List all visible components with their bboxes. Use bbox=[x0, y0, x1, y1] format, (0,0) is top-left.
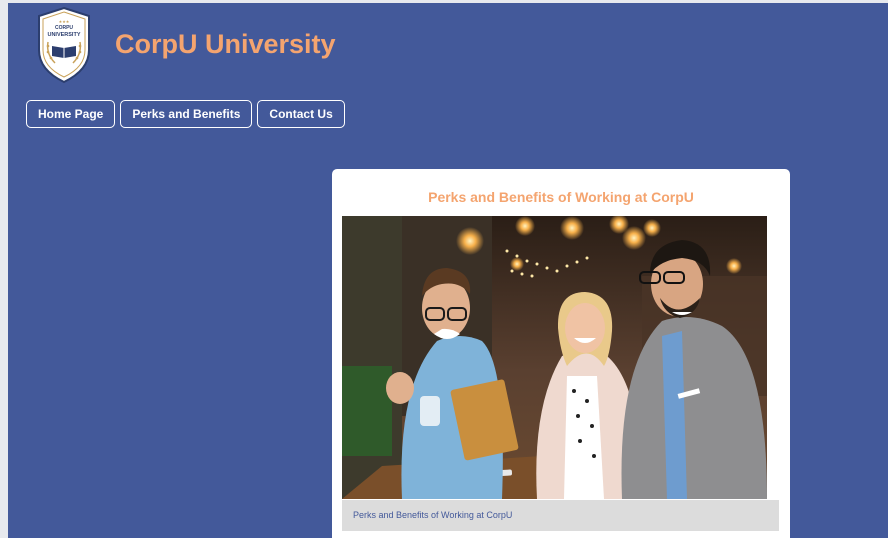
content-card: Perks and Benefits of Working at CorpU P… bbox=[332, 169, 790, 538]
page-frame: ★★★ CORPU UNIVERSITY CorpU University Ho… bbox=[8, 3, 888, 538]
coworkers-photo bbox=[342, 216, 767, 499]
main-nav: Home Page Perks and Benefits Contact Us bbox=[26, 100, 345, 128]
nav-perks-button[interactable]: Perks and Benefits bbox=[120, 100, 253, 128]
svg-text:★★★: ★★★ bbox=[59, 19, 70, 24]
site-header: ★★★ CORPU UNIVERSITY CorpU University bbox=[8, 3, 888, 93]
site-title: CorpU University bbox=[115, 29, 336, 59]
image-caption: Perks and Benefits of Working at CorpU bbox=[342, 500, 779, 531]
svg-text:UNIVERSITY: UNIVERSITY bbox=[47, 32, 80, 38]
nav-contact-button[interactable]: Contact Us bbox=[257, 100, 345, 128]
card-title: Perks and Benefits of Working at CorpU bbox=[428, 189, 694, 205]
nav-home-button[interactable]: Home Page bbox=[26, 100, 116, 128]
svg-text:CORPU: CORPU bbox=[55, 25, 73, 31]
university-shield-icon[interactable]: ★★★ CORPU UNIVERSITY bbox=[33, 6, 95, 84]
